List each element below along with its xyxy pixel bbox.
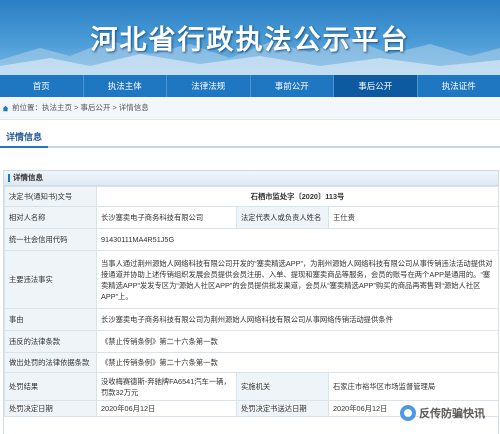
watermark: 反传防骗快讯 <box>400 402 485 424</box>
home-icon <box>2 105 9 112</box>
breadcrumb-item-detail: 详情信息 <box>119 103 149 112</box>
legal-rep-label: 法定代表人或负责人姓名 <box>237 207 329 229</box>
detail-panel: 详情信息 决定书(通知书)文号 石栖市监处字〔2020〕113号 相对人名称 长… <box>3 170 499 434</box>
decision-no-label: 决定书(通知书)文号 <box>5 187 97 207</box>
authority-value: 石家庄市裕华区市场监督管理局 <box>329 373 499 401</box>
section-title-label: 详情信息 <box>0 128 48 148</box>
result-value: 没收梅赛德斯-奔驰牌FA6541汽车一辆，罚款32万元 <box>97 373 237 401</box>
table-row: 处罚结果 没收梅赛德斯-奔驰牌FA6541汽车一辆，罚款32万元 实施机关 石家… <box>5 373 499 401</box>
breadcrumb-item-home[interactable]: 执法主页 <box>42 103 72 112</box>
basis-value: 《禁止传销条例》第二十六条第一款 <box>97 353 499 373</box>
party-value: 长沙塞卖电子商务科技有限公司 <box>97 207 237 229</box>
authority-label: 实施机关 <box>237 373 329 401</box>
nav-item-post-disclosure[interactable]: 事后公开 <box>334 75 418 97</box>
facts-label: 主要违法事实 <box>5 251 97 309</box>
decision-no-value: 石栖市监处字〔2020〕113号 <box>97 187 499 207</box>
legal-rep-value: 王仕贵 <box>329 207 499 229</box>
violated-law-value: 《禁止传销条例》第二十六条第一款 <box>97 331 499 353</box>
credit-code-value: 91430111MA4R51J5G <box>97 229 499 251</box>
main-nav: 首页 执法主体 法律法规 事前公开 事后公开 执法证件 <box>0 75 500 97</box>
party-label: 相对人名称 <box>5 207 97 229</box>
wechat-logo-icon <box>400 405 416 421</box>
panel-header: 详情信息 <box>4 171 498 186</box>
watermark-text: 反传防骗快讯 <box>419 405 485 421</box>
violated-law-label: 违反的法律条款 <box>5 331 97 353</box>
breadcrumb-item-post[interactable]: 事后公开 <box>80 103 110 112</box>
table-row: 主要违法事实 当事人通过荆州源始人网络科技有限公司开发的“塞卖精选APP”，为荆… <box>5 251 499 309</box>
page-title: 河北省行政执法公示平台 <box>0 18 500 57</box>
table-row: 统一社会信用代码 91430111MA4R51J5G <box>5 229 499 251</box>
decision-date-value: 2020年06月12日 <box>97 401 237 417</box>
nav-item-home[interactable]: 首页 <box>0 75 84 97</box>
table-row: 违反的法律条款 《禁止传销条例》第二十六条第一款 <box>5 331 499 353</box>
panel-title: 详情信息 <box>13 173 43 182</box>
nav-item-certificates[interactable]: 执法证件 <box>418 75 500 97</box>
breadcrumb-separator: > <box>112 103 116 112</box>
table-row: 决定书(通知书)文号 石栖市监处字〔2020〕113号 <box>5 187 499 207</box>
facts-value: 当事人通过荆州源始人网络科技有限公司开发的“塞卖精选APP”，为荆州源始人网络科… <box>97 251 499 309</box>
nav-item-pre-disclosure[interactable]: 事前公开 <box>251 75 335 97</box>
detail-table: 决定书(通知书)文号 石栖市监处字〔2020〕113号 相对人名称 长沙塞卖电子… <box>4 186 499 417</box>
table-row: 事由 长沙塞卖电子商务科技有限公司为荆州源始人网络科技有限公司从事网络传销活动提… <box>5 309 499 331</box>
breadcrumb-prefix: 前位置： <box>12 103 42 112</box>
basis-label: 做出处罚的法律依据条款 <box>5 353 97 373</box>
delivery-date-label: 处罚决定书送达日期 <box>237 401 329 417</box>
table-row: 做出处罚的法律依据条款 《禁止传销条例》第二十六条第一款 <box>5 353 499 373</box>
table-row: 相对人名称 长沙塞卖电子商务科技有限公司 法定代表人或负责人姓名 王仕贵 <box>5 207 499 229</box>
reason-value: 长沙塞卖电子商务科技有限公司为荆州源始人网络科技有限公司从事网络传销活动提供条件 <box>97 309 499 331</box>
nav-item-laws[interactable]: 法律法规 <box>167 75 251 97</box>
header-bar-decoration <box>8 174 10 182</box>
section-title: 详情信息 <box>0 128 500 148</box>
credit-code-label: 统一社会信用代码 <box>5 229 97 251</box>
reason-label: 事由 <box>5 309 97 331</box>
breadcrumb: 前位置：执法主页>事后公开>详情信息 <box>0 97 500 120</box>
result-label: 处罚结果 <box>5 373 97 401</box>
header-banner: 河北省行政执法公示平台 <box>0 0 500 75</box>
decision-date-label: 处罚决定日期 <box>5 401 97 417</box>
breadcrumb-separator: > <box>74 103 78 112</box>
nav-item-enforcement-subject[interactable]: 执法主体 <box>84 75 168 97</box>
